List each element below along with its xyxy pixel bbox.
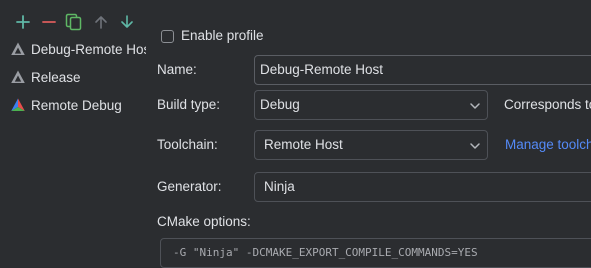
cmake-triangle-icon [11, 42, 25, 55]
cmake-colored-triangle-icon [11, 98, 25, 111]
cmake-options-label: CMake options: [157, 214, 251, 229]
move-up-button[interactable] [91, 12, 111, 32]
generator-value: Ninja [264, 179, 295, 194]
cmake-options-field[interactable]: -G "Ninja" -DCMAKE_EXPORT_COMPILE_COMMAN… [160, 238, 591, 268]
manage-toolchains-link[interactable]: Manage toolch [505, 137, 591, 152]
build-type-value: Debug [260, 97, 300, 112]
name-field[interactable]: Debug-Remote Host [254, 55, 591, 85]
plus-icon [16, 15, 30, 29]
profile-item-release[interactable]: Release [10, 65, 146, 89]
cmake-options-value: -G "Ninja" -DCMAKE_EXPORT_COMPILE_COMMAN… [173, 246, 478, 259]
build-type-select[interactable]: Debug [254, 90, 488, 120]
profile-item-debug-remote-host[interactable]: Debug-Remote Host [10, 37, 146, 61]
copy-profile-button[interactable] [64, 12, 84, 32]
chevron-down-icon [470, 143, 480, 149]
chevron-down-icon [470, 103, 480, 109]
arrow-down-icon [121, 15, 133, 28]
enable-profile-checkbox[interactable] [161, 30, 174, 43]
copy-icon [65, 13, 82, 31]
profile-label: Debug-Remote Host [31, 41, 146, 57]
toolchain-value: Remote Host [264, 137, 343, 152]
name-value: Debug-Remote Host [260, 62, 384, 77]
remove-profile-button[interactable] [39, 12, 59, 32]
profile-label: Release [31, 69, 81, 85]
add-profile-button[interactable] [13, 12, 33, 32]
move-down-button[interactable] [117, 12, 137, 32]
build-type-note: Corresponds to [504, 97, 591, 112]
arrow-up-icon [95, 16, 107, 29]
generator-label: Generator: [157, 179, 222, 194]
cmake-triangle-icon [11, 70, 25, 83]
toolchain-select[interactable]: Remote Host [254, 130, 488, 160]
profile-item-remote-debug[interactable]: Remote Debug [10, 93, 146, 117]
minus-icon [42, 21, 56, 23]
enable-profile-label: Enable profile [181, 28, 264, 43]
toolchain-label: Toolchain: [157, 137, 218, 152]
name-label: Name: [157, 62, 197, 77]
build-type-label: Build type: [157, 97, 221, 112]
generator-field[interactable]: Ninja [254, 172, 591, 202]
profile-label: Remote Debug [31, 97, 122, 113]
